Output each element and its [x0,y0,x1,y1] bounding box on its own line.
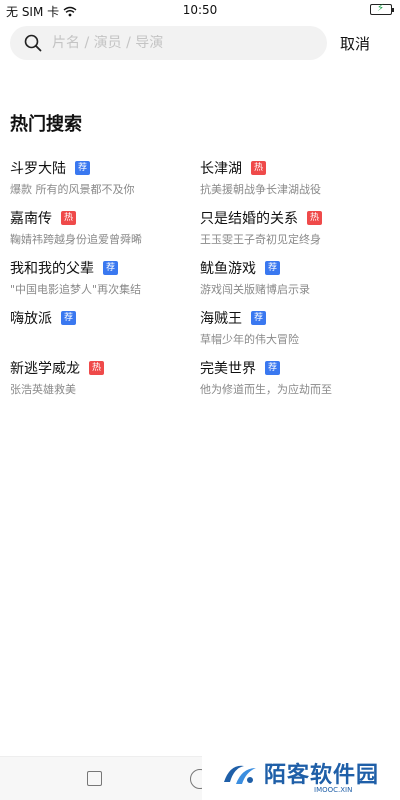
item-title: 长津湖 [200,161,242,177]
list-item[interactable]: 新逃学威龙热 张浩英雄救美 [10,358,200,408]
item-title: 鱿鱼游戏 [200,261,256,277]
status-right: ⚡ [370,3,394,15]
list-item[interactable]: 海贼王荐 草帽少年的伟大冒险 [200,308,390,358]
item-subtitle: 王玉雯王子奇初见定终身 [200,233,321,246]
list-item[interactable]: 长津湖热 抗美援朝战争长津湖战役 [200,158,390,208]
item-title: 新逃学威龙 [10,361,80,377]
item-subtitle: 张浩英雄救美 [10,383,76,396]
list-item[interactable]: 斗罗大陆荐 爆款 所有的风景都不及你 [10,158,200,208]
item-subtitle: 抗美援朝战争长津湖战役 [200,183,321,196]
item-title: 嗨放派 [10,311,52,327]
status-time: 10:50 [182,3,218,17]
cancel-button[interactable]: 取消 [340,33,370,54]
search-icon [24,34,42,52]
recommend-badge: 荐 [75,161,91,175]
list-item[interactable]: 鱿鱼游戏荐 游戏闯关版赌博启示录 [200,258,390,308]
item-title: 完美世界 [200,361,256,377]
list-item[interactable]: 只是结婚的关系热 王玉雯王子奇初见定终身 [200,208,390,258]
hot-badge: 热 [307,211,323,225]
item-subtitle: 他为修道而生，为应劫而至 [200,383,332,396]
list-item[interactable]: 完美世界荐 他为修道而生，为应劫而至 [200,358,390,408]
status-bar: 无 SIM 卡 10:50 ⚡ [0,0,400,22]
recommend-badge: 荐 [61,311,77,325]
recommend-badge: 荐 [251,311,267,325]
recommend-badge: 荐 [265,261,281,275]
watermark-logo-icon [224,765,256,784]
item-title: 我和我的父辈 [10,261,94,277]
hot-search-title: 热门搜索 [10,114,82,135]
list-item[interactable]: 我和我的父辈荐 "中国电影追梦人"再次集结 [10,258,200,308]
item-subtitle: 游戏闯关版赌博启示录 [200,283,310,296]
item-title: 海贼王 [200,311,242,327]
watermark-domain: IMOOC.XIN [314,786,353,794]
recommend-badge: 荐 [103,261,119,275]
item-subtitle: 草帽少年的伟大冒险 [200,333,299,346]
item-subtitle: "中国电影追梦人"再次集结 [10,283,142,296]
watermark: 陌客软件园 IMOOC.XIN [202,752,400,800]
search-input[interactable] [52,35,302,51]
recommend-badge: 荐 [265,361,281,375]
hot-badge: 热 [61,211,77,225]
list-item[interactable]: 嘉南传热 鞠婧祎跨越身份追爱曾舜晞 [10,208,200,258]
battery-icon: ⚡ [370,3,394,15]
search-row: 取消 [0,26,400,62]
hot-search-list: 斗罗大陆荐 爆款 所有的风景都不及你 长津湖热 抗美援朝战争长津湖战役 嘉南传热… [10,158,390,408]
hot-badge: 热 [89,361,105,375]
item-title: 斗罗大陆 [10,161,66,177]
search-box[interactable] [10,26,327,60]
list-item[interactable]: 嗨放派荐 [10,308,200,358]
item-subtitle: 鞠婧祎跨越身份追爱曾舜晞 [10,233,142,246]
item-title: 嘉南传 [10,211,52,227]
item-title: 只是结婚的关系 [200,211,298,227]
item-subtitle: 爆款 所有的风景都不及你 [10,183,135,196]
recent-apps-button[interactable] [87,771,102,786]
hot-badge: 热 [251,161,267,175]
watermark-name: 陌客软件园 [264,763,380,788]
